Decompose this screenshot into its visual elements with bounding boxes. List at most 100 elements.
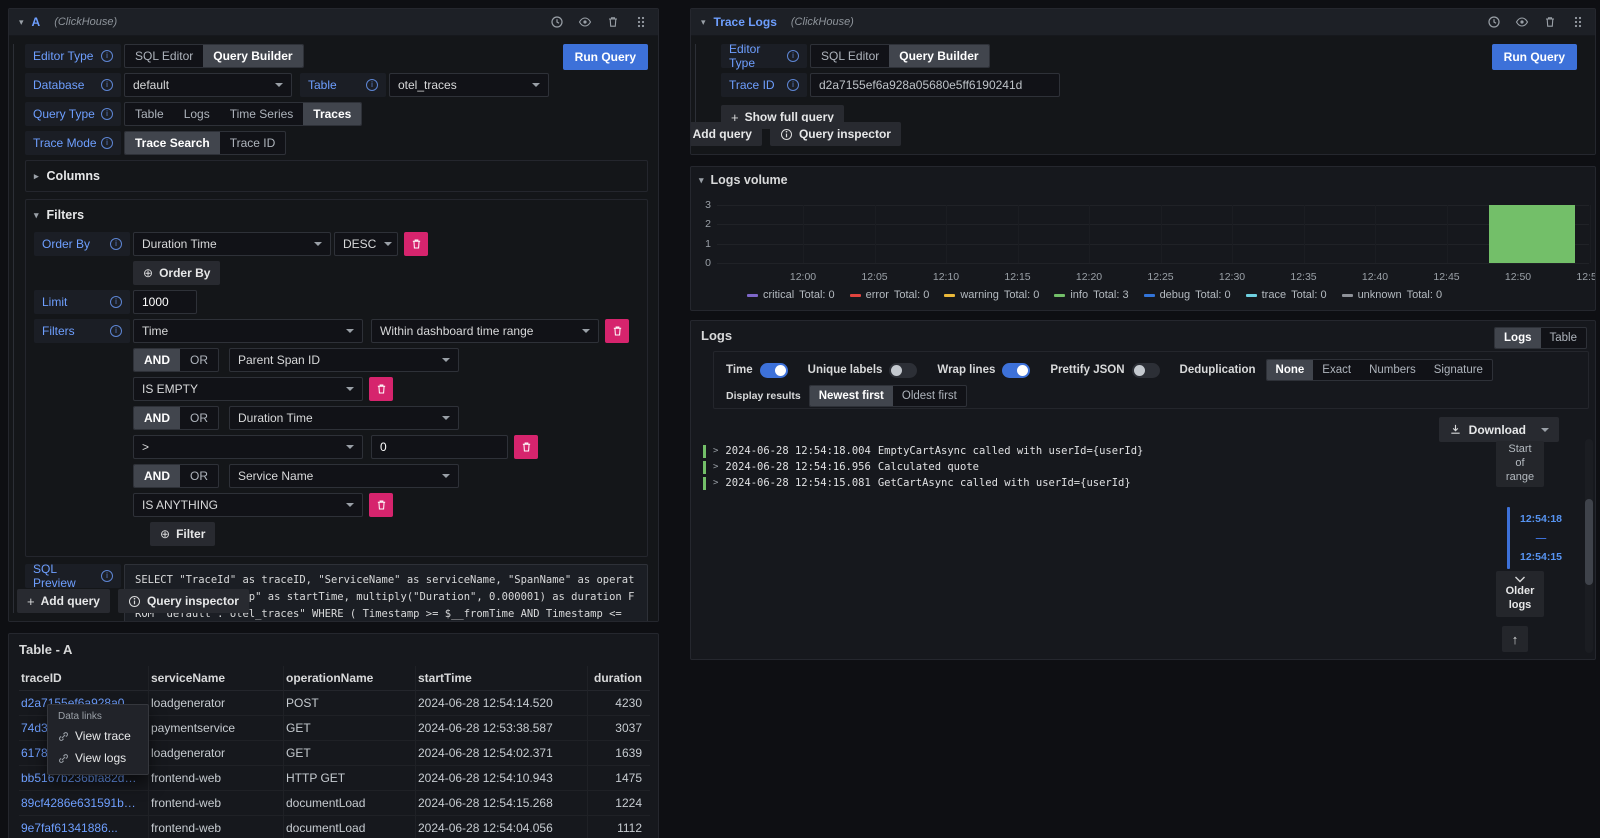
and-option[interactable]: AND	[134, 349, 180, 371]
panel-title[interactable]: Trace Logs	[714, 15, 777, 29]
newest-first-option[interactable]: Newest first	[810, 386, 893, 406]
order-by-direction-select[interactable]: DESC	[334, 232, 398, 256]
info-icon[interactable]: i	[101, 108, 113, 120]
database-select[interactable]: default	[124, 73, 292, 97]
column-header[interactable]: serviceName	[149, 666, 284, 691]
info-icon[interactable]: i	[101, 570, 113, 582]
query-inspector-button[interactable]: Query inspector	[118, 589, 249, 613]
scroll-to-top-button[interactable]: ↑	[1502, 626, 1528, 652]
condition-field-select[interactable]: Parent Span ID	[229, 348, 459, 372]
logs-scrollbar[interactable]	[1585, 439, 1593, 653]
condition-value-input[interactable]: 0	[371, 435, 508, 459]
log-range-timeline[interactable]	[1507, 507, 1510, 569]
columns-section[interactable]: ▸Columns	[25, 160, 648, 192]
expand-caret-icon[interactable]: >	[713, 446, 718, 456]
condition-field-select[interactable]: Duration Time	[229, 406, 459, 430]
collapse-chevron-icon[interactable]: ▾	[19, 17, 24, 28]
info-icon[interactable]: i	[101, 79, 113, 91]
condition-operator-select[interactable]: >	[133, 435, 363, 459]
add-query-button[interactable]: +Add query	[17, 589, 110, 613]
toggle-switch[interactable]	[889, 363, 917, 378]
log-line[interactable]: >2024-06-28 12:54:15.081GetCartAsync cal…	[703, 475, 1143, 491]
drag-handle-icon[interactable]	[634, 15, 648, 29]
trace-id-input[interactable]: d2a7155ef6a928a05680e5ff6190241d	[810, 73, 1060, 97]
dedup-signature-option[interactable]: Signature	[1425, 360, 1492, 380]
time-filter-field-select[interactable]: Time	[133, 319, 363, 343]
dedup-exact-option[interactable]: Exact	[1313, 360, 1360, 380]
query-builder-option[interactable]: Query Builder	[889, 45, 988, 67]
expand-caret-icon[interactable]: >	[713, 478, 718, 488]
query-builder-option[interactable]: Query Builder	[203, 45, 302, 67]
query-type-logs[interactable]: Logs	[174, 103, 220, 125]
add-order-by-button[interactable]: ⊕Order By	[133, 261, 220, 285]
add-query-button[interactable]: +Add query	[690, 122, 762, 146]
bar-info[interactable]	[1489, 205, 1575, 263]
dedup-numbers-option[interactable]: Numbers	[1360, 360, 1425, 380]
info-icon[interactable]: i	[101, 137, 113, 149]
download-button[interactable]: Download	[1439, 417, 1559, 442]
time-filter-value-select[interactable]: Within dashboard time range	[371, 319, 599, 343]
expand-caret-icon[interactable]: >	[713, 462, 718, 472]
query-type-timeseries[interactable]: Time Series	[220, 103, 304, 125]
delete-order-by-button[interactable]	[404, 232, 428, 256]
sql-editor-option[interactable]: SQL Editor	[125, 45, 203, 67]
sql-editor-option[interactable]: SQL Editor	[811, 45, 889, 67]
delete-condition-button[interactable]	[514, 435, 538, 459]
condition-operator-select[interactable]: IS EMPTY	[133, 377, 363, 401]
or-option[interactable]: OR	[180, 407, 218, 429]
info-icon[interactable]: i	[787, 50, 799, 62]
trace-id-option[interactable]: Trace ID	[220, 132, 286, 154]
trash-icon[interactable]	[1543, 15, 1557, 29]
info-icon[interactable]: i	[787, 79, 799, 91]
legend-item-unknown[interactable]: unknownTotal: 0	[1342, 289, 1443, 301]
column-header[interactable]: traceID	[19, 666, 149, 691]
or-option[interactable]: OR	[180, 349, 218, 371]
delete-condition-button[interactable]	[369, 377, 393, 401]
toggle-switch[interactable]	[760, 363, 788, 378]
panel-title[interactable]: A	[32, 15, 41, 29]
and-option[interactable]: AND	[134, 407, 180, 429]
legend-item-warning[interactable]: warningTotal: 0	[944, 289, 1039, 301]
time-toggle[interactable]: Time	[726, 363, 788, 378]
info-icon[interactable]: i	[110, 238, 122, 250]
info-icon[interactable]: i	[110, 296, 122, 308]
toggle-switch[interactable]	[1132, 363, 1160, 378]
view-logs-menuitem[interactable]: View logs	[48, 747, 148, 769]
and-option[interactable]: AND	[134, 465, 180, 487]
legend-item-info[interactable]: infoTotal: 3	[1054, 289, 1128, 301]
condition-operator-select[interactable]: IS ANYTHING	[133, 493, 363, 517]
legend-item-trace[interactable]: traceTotal: 0	[1246, 289, 1327, 301]
eye-icon[interactable]	[1515, 15, 1529, 29]
table-select[interactable]: otel_traces	[389, 73, 549, 97]
trace-id-link[interactable]: 89cf4286e631591b4...	[19, 791, 149, 816]
legend-item-debug[interactable]: debugTotal: 0	[1144, 289, 1231, 301]
limit-input[interactable]: 1000	[133, 290, 197, 314]
trace-id-link[interactable]: 9e7faf61341886...	[19, 816, 149, 838]
history-icon[interactable]	[550, 15, 564, 29]
delete-condition-button[interactable]	[369, 493, 393, 517]
trash-icon[interactable]	[606, 15, 620, 29]
toggle-switch[interactable]	[1002, 363, 1030, 378]
unique-labels-toggle[interactable]: Unique labels	[808, 363, 918, 378]
eye-icon[interactable]	[578, 15, 592, 29]
log-line[interactable]: >2024-06-28 12:54:18.004EmptyCartAsync c…	[703, 443, 1143, 459]
info-icon[interactable]: i	[110, 325, 122, 337]
column-header[interactable]: duration	[588, 666, 650, 691]
or-option[interactable]: OR	[180, 465, 218, 487]
legend-item-critical[interactable]: criticalTotal: 0	[747, 289, 835, 301]
history-icon[interactable]	[1487, 15, 1501, 29]
trace-search-option[interactable]: Trace Search	[125, 132, 220, 154]
prettify-json-toggle[interactable]: Prettify JSON	[1050, 363, 1159, 378]
column-header[interactable]: operationName	[284, 666, 416, 691]
scrollbar-thumb[interactable]	[1585, 499, 1593, 585]
dedup-none-option[interactable]: None	[1267, 360, 1314, 380]
column-header[interactable]: startTime	[416, 666, 588, 691]
view-logs-option[interactable]: Logs	[1495, 328, 1540, 348]
view-table-option[interactable]: Table	[1541, 328, 1587, 348]
condition-field-select[interactable]: Service Name	[229, 464, 459, 488]
info-icon[interactable]: i	[101, 50, 113, 62]
query-inspector-button[interactable]: Query inspector	[770, 122, 901, 146]
oldest-first-option[interactable]: Oldest first	[893, 386, 966, 406]
drag-handle-icon[interactable]	[1571, 15, 1585, 29]
add-filter-button[interactable]: ⊕Filter	[150, 522, 215, 546]
